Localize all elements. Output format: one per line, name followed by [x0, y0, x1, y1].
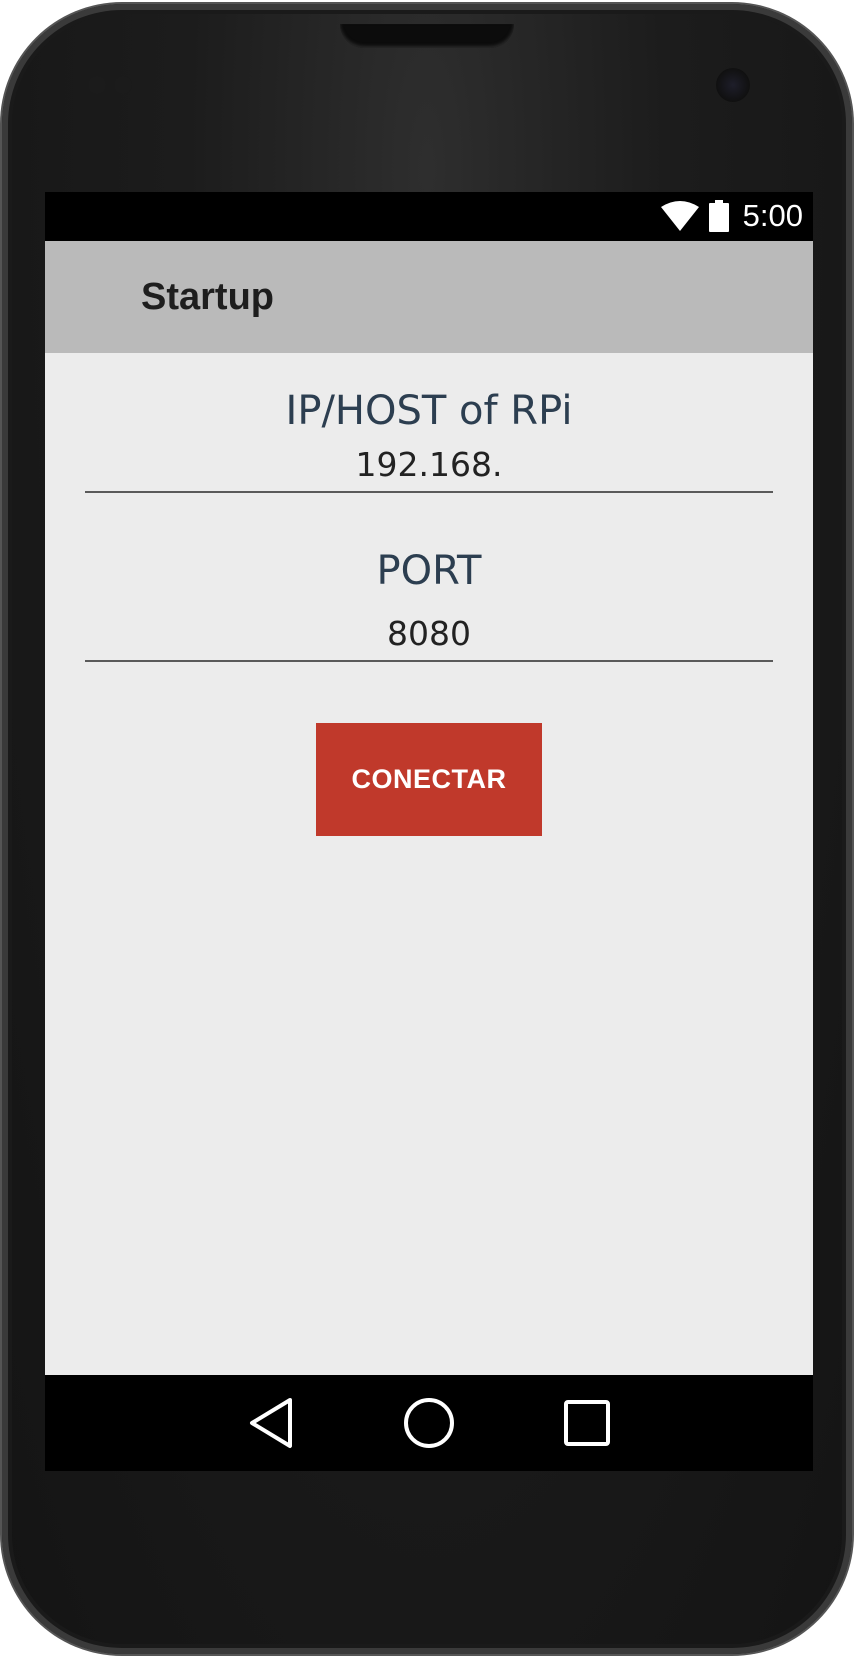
- app-bar: Startup: [45, 241, 813, 353]
- host-label: IP/HOST of RPi: [285, 388, 573, 434]
- back-icon[interactable]: [241, 1395, 301, 1451]
- front-camera: [716, 68, 750, 102]
- connect-button[interactable]: CONECTAR: [316, 723, 542, 836]
- port-input[interactable]: [85, 606, 773, 662]
- status-bar: 5:00: [45, 192, 813, 241]
- navigation-bar: [45, 1375, 813, 1471]
- proximity-sensor: [88, 76, 106, 94]
- phone-frame: 5:00 Startup IP/HOST of RPi PORT CONECTA…: [2, 4, 852, 1654]
- home-icon[interactable]: [399, 1395, 459, 1451]
- light-sensor: [114, 76, 132, 94]
- app-title: Startup: [141, 276, 274, 318]
- screen: 5:00 Startup IP/HOST of RPi PORT CONECTA…: [45, 192, 813, 1471]
- battery-icon: [708, 200, 729, 232]
- wifi-icon: [660, 201, 699, 231]
- earpiece-speaker: [340, 24, 514, 48]
- port-label: PORT: [376, 548, 482, 594]
- recents-icon[interactable]: [557, 1395, 617, 1451]
- status-time: 5:00: [742, 198, 803, 233]
- status-icons: 5:00: [660, 198, 803, 234]
- host-input[interactable]: [85, 437, 773, 493]
